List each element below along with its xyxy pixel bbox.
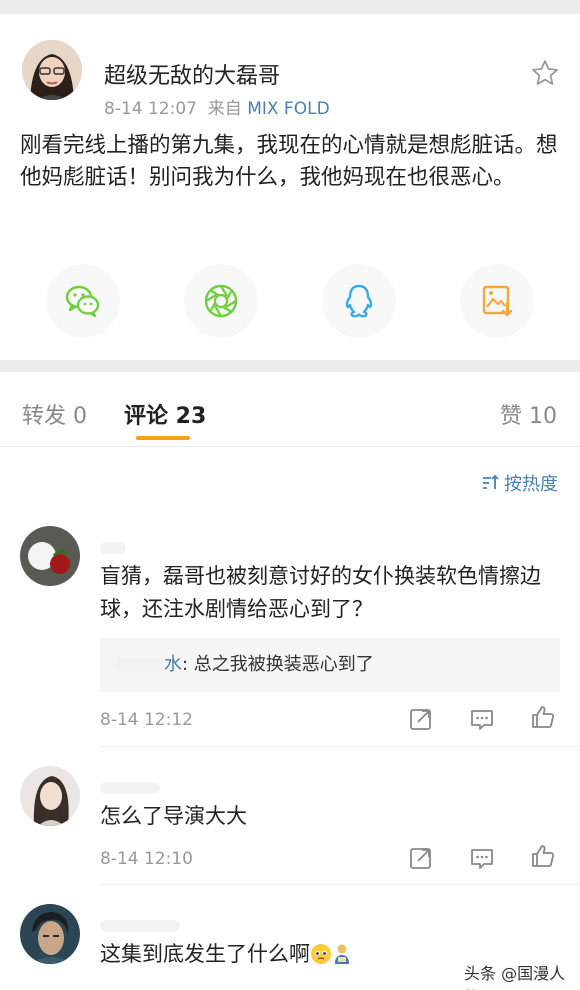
comment-text: 怎么了导演大大 [100,804,247,828]
save-image-icon [482,285,513,317]
comment-divider [100,746,580,747]
reply-user[interactable]: 水 [164,654,182,675]
active-tab-indicator [136,436,190,440]
reply-user-blur [116,658,164,672]
comment-icon[interactable] [469,706,495,732]
post-body: 刚看完线上播的第九集，我现在的心情就是想彪脏话。想他妈彪脏话！别问我为什么，我他… [20,133,558,190]
commenter-avatar[interactable] [20,766,80,826]
comments-section: 转发 0 评论 23 赞 10 按热度 盲猜，磊哥也被刻意讨好的女仆换装软色情擦… [0,372,580,990]
like-icon[interactable] [530,843,556,869]
sort-icon [483,474,499,489]
save-image-button[interactable] [460,264,534,338]
post-card: 超级无敌的大磊哥 8-14 12:07 来自 MIX FOLD 刚看完线上播的第… [0,14,580,360]
repost-icon[interactable] [408,845,434,871]
person-emoji-icon [335,944,349,964]
commenter-name[interactable] [100,542,126,554]
share-row [0,264,580,344]
author-name[interactable]: 超级无敌的大磊哥 [104,58,280,90]
commenter-avatar[interactable] [20,904,80,964]
wechat-share-button[interactable] [46,264,120,338]
like-icon[interactable] [530,704,556,730]
repost-icon[interactable] [408,706,434,732]
comment-time: 8-14 12:12 [100,710,193,730]
author-avatar[interactable] [22,40,82,100]
pleading-face-icon [311,944,331,964]
tab-likes[interactable]: 赞 10 [500,398,557,430]
source-prefix: 来自 [207,99,242,119]
tabs-divider [0,446,580,447]
sort-button[interactable]: 按热度 [480,470,558,496]
post-meta: 8-14 12:07 来自 MIX FOLD [104,94,330,119]
tab-repost[interactable]: 转发 0 [22,398,87,430]
comment-time: 8-14 12:10 [100,849,193,869]
comment-text-content: 这集到底发生了什么啊 [100,942,310,966]
watermark: 头条 @国漫人物 [460,958,580,990]
star-icon[interactable] [530,58,560,88]
commenter-name[interactable] [100,920,180,932]
reply-preview[interactable]: 水: 总之我被换装恶心到了 [100,638,560,692]
qq-icon [345,284,373,318]
commenter-avatar[interactable] [20,526,80,586]
comment-divider [100,884,580,885]
device-link[interactable]: MIX FOLD [247,99,329,119]
moments-icon [204,284,238,318]
comment-text: 盲猜，磊哥也被刻意讨好的女仆换装软色情擦边球，还注水剧情给恶心到了？ [100,564,541,621]
qq-share-button[interactable] [322,264,396,338]
reply-text: : 总之我被换装恶心到了 [182,654,374,675]
sort-label: 按热度 [504,474,558,495]
commenter-name[interactable] [100,782,160,794]
tab-comments[interactable]: 评论 23 [124,398,206,430]
wechat-icon [65,285,100,318]
comment-icon[interactable] [469,845,495,871]
moments-share-button[interactable] [184,264,258,338]
post-time: 8-14 12:07 [104,99,197,119]
